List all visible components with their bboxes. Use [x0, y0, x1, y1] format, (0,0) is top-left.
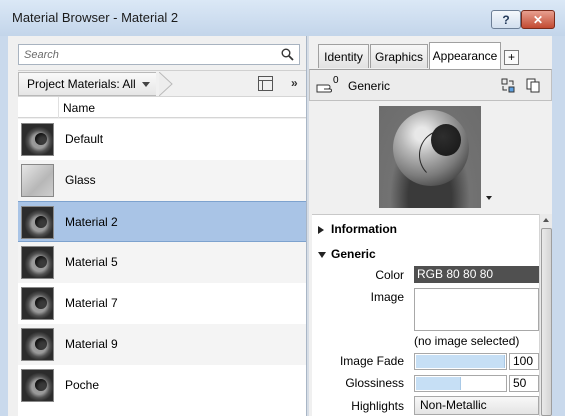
- glass-swatch-icon: [21, 164, 54, 197]
- list-item[interactable]: Glass: [18, 160, 306, 201]
- image-fade-label: Image Fade: [339, 354, 404, 368]
- image-field[interactable]: [414, 288, 539, 331]
- duplicate-asset-icon[interactable]: [526, 78, 540, 93]
- sphere-icon: [21, 328, 54, 361]
- column-separator: [58, 97, 59, 118]
- material-name: Material 5: [65, 255, 118, 269]
- search-icon[interactable]: [281, 48, 294, 61]
- list-item[interactable]: Default: [18, 119, 306, 160]
- sphere-icon: [21, 246, 54, 279]
- list-item[interactable]: Material 9: [18, 324, 306, 365]
- search-box[interactable]: [18, 44, 300, 65]
- material-name: Poche: [65, 378, 100, 392]
- list-item[interactable]: Material 5: [18, 242, 306, 283]
- section-information-label: Information: [331, 222, 397, 236]
- window-title: Material Browser - Material 2: [12, 10, 179, 25]
- color-label: Color: [375, 268, 404, 282]
- glossiness-field[interactable]: 50: [509, 375, 539, 392]
- list-item[interactable]: Material 7: [18, 283, 306, 324]
- material-name: Material 7: [65, 296, 118, 310]
- more-options-icon[interactable]: »: [291, 76, 298, 90]
- view-options-icon[interactable]: [258, 76, 273, 91]
- material-name: Default: [65, 132, 104, 146]
- library-breadcrumb[interactable]: Project Materials: All: [18, 72, 156, 96]
- sphere-icon: [21, 123, 54, 156]
- preview-options-chevron-icon[interactable]: [486, 196, 492, 200]
- material-list: Default Glass Material 2 Material 5 Mate…: [18, 119, 306, 416]
- glossiness-slider[interactable]: [414, 375, 507, 392]
- highlights-select[interactable]: Non-Metallic: [414, 396, 539, 415]
- tab-identity[interactable]: Identity: [318, 44, 369, 68]
- list-header: Name: [18, 96, 306, 118]
- chevron-down-icon[interactable]: [141, 82, 150, 87]
- scrollbar-thumb[interactable]: [541, 228, 552, 416]
- image-fade-slider[interactable]: [414, 353, 507, 370]
- tab-appearance[interactable]: Appearance: [429, 42, 501, 69]
- material-name: Material 2: [65, 215, 118, 229]
- preview-sphere: [393, 110, 469, 186]
- image-fade-slider-fill: [416, 355, 505, 368]
- replace-asset-icon[interactable]: [501, 78, 515, 93]
- image-note: (no image selected): [414, 334, 520, 348]
- material-name: Glass: [65, 173, 96, 187]
- asset-bar: 0 Generic: [309, 69, 552, 101]
- properties-scrollbar[interactable]: [539, 214, 552, 416]
- image-fade-field[interactable]: 100: [509, 353, 539, 370]
- highlights-label: Highlights: [351, 399, 404, 413]
- asset-name: Generic: [348, 79, 391, 93]
- color-field[interactable]: RGB 80 80 80: [414, 266, 539, 283]
- help-button[interactable]: ?: [491, 10, 521, 29]
- tab-graphics[interactable]: Graphics: [370, 44, 428, 68]
- library-bar: Project Materials: All »: [18, 70, 306, 96]
- section-information[interactable]: Information: [318, 222, 397, 236]
- image-label: Image: [370, 290, 404, 304]
- scroll-up-icon[interactable]: [543, 218, 549, 222]
- asset-usage-count: 0: [333, 75, 339, 86]
- window-border: [552, 36, 565, 416]
- list-item[interactable]: Poche: [18, 365, 306, 406]
- close-button[interactable]: ✕: [521, 10, 555, 29]
- glossiness-label: Glossiness: [345, 376, 404, 390]
- glossiness-slider-fill: [416, 377, 461, 390]
- add-tab-button[interactable]: +: [504, 50, 519, 65]
- appearance-properties: Information Generic Color RGB 80 80 80 I…: [312, 214, 539, 416]
- search-input[interactable]: [19, 45, 269, 64]
- sphere-hole: [431, 124, 461, 156]
- material-preview[interactable]: [379, 106, 481, 208]
- section-generic-label: Generic: [331, 247, 376, 261]
- breadcrumb-chevron-icon: [159, 72, 173, 96]
- collapse-down-icon: [318, 251, 326, 258]
- list-item[interactable]: Material 2: [18, 201, 306, 242]
- material-name: Material 9: [65, 337, 118, 351]
- sphere-icon: [21, 287, 54, 320]
- sphere-icon: [21, 206, 54, 239]
- column-header-name[interactable]: Name: [63, 101, 95, 115]
- expand-right-icon: [318, 225, 324, 234]
- title-bar: Material Browser - Material 2 ? ✕: [0, 0, 565, 36]
- sphere-icon: [21, 369, 54, 402]
- section-generic[interactable]: Generic: [318, 247, 376, 261]
- breadcrumb-label: Project Materials: All: [27, 77, 136, 91]
